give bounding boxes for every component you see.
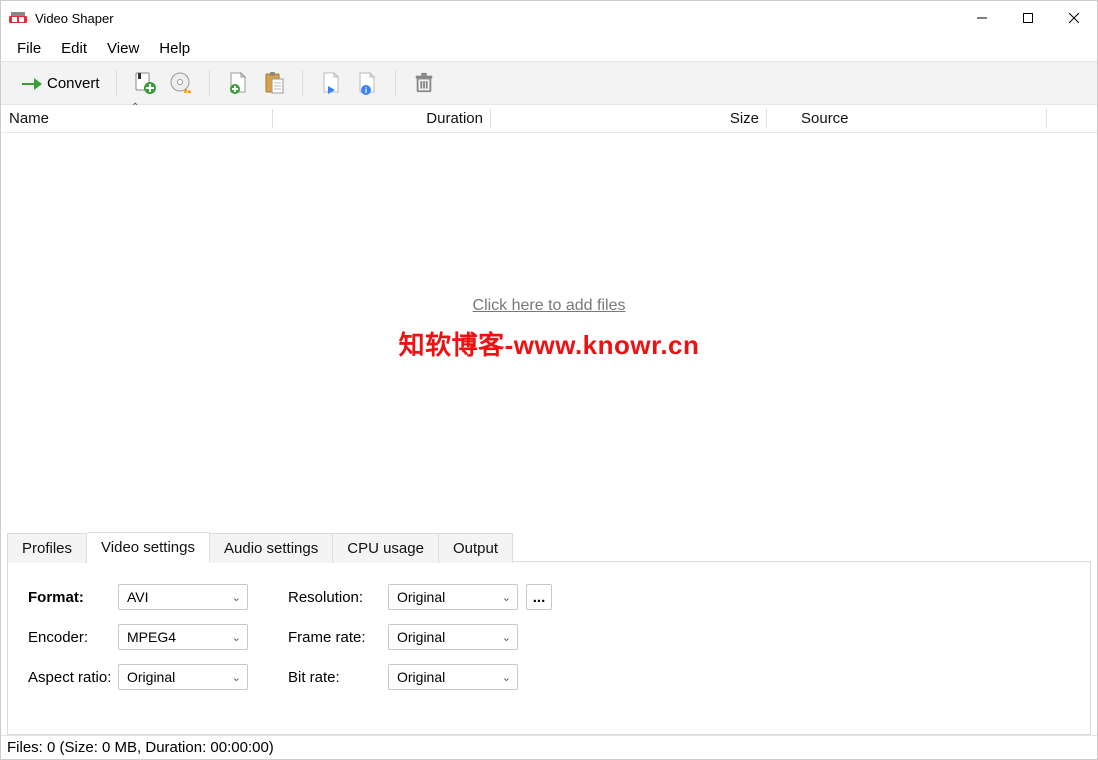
file-list-header: Name ⌃ Duration Size Source — [1, 105, 1097, 133]
sort-caret-icon: ⌃ — [131, 102, 139, 113]
paste-button[interactable] — [256, 65, 292, 101]
info-document-icon: i — [355, 71, 379, 95]
chevron-down-icon: ⌄ — [232, 631, 241, 644]
add-document-button[interactable] — [220, 65, 256, 101]
aspect-label: Aspect ratio: — [28, 669, 118, 686]
tab-output[interactable]: Output — [439, 533, 513, 563]
delete-button[interactable] — [406, 65, 442, 101]
chevron-down-icon: ⌄ — [502, 631, 511, 644]
tab-video-settings[interactable]: Video settings — [87, 532, 210, 562]
play-document-icon — [319, 71, 343, 95]
column-header-duration[interactable]: Duration — [273, 105, 491, 132]
tab-audio-settings[interactable]: Audio settings — [210, 533, 333, 563]
framerate-label: Frame rate: — [288, 629, 388, 646]
play-document-button[interactable] — [313, 65, 349, 101]
menu-help[interactable]: Help — [149, 38, 200, 59]
column-header-size[interactable]: Size — [491, 105, 767, 132]
toolbar-separator — [209, 70, 210, 96]
menu-bar: File Edit View Help — [1, 35, 1097, 61]
close-button[interactable] — [1051, 1, 1097, 35]
format-label: Format: — [28, 589, 118, 606]
encoder-label: Encoder: — [28, 629, 118, 646]
bitrate-label: Bit rate: — [288, 669, 388, 686]
toolbar-separator — [302, 70, 303, 96]
column-header-source[interactable]: Source — [767, 105, 1047, 132]
toolbar: Convert — [1, 61, 1097, 105]
title-bar: Video Shaper — [1, 1, 1097, 35]
app-icon — [9, 11, 27, 25]
menu-view[interactable]: View — [97, 38, 149, 59]
encoder-select[interactable]: MPEG4 ⌄ — [118, 624, 248, 650]
convert-button[interactable]: Convert — [13, 65, 106, 101]
bitrate-select[interactable]: Original ⌄ — [388, 664, 518, 690]
status-bar: Files: 0 (Size: 0 MB, Duration: 00:00:00… — [1, 735, 1097, 759]
trash-icon — [412, 71, 436, 95]
column-size-label: Size — [730, 110, 759, 127]
framerate-value: Original — [397, 629, 445, 645]
menu-file[interactable]: File — [7, 38, 51, 59]
aspect-select[interactable]: Original ⌄ — [118, 664, 248, 690]
minimize-button[interactable] — [959, 1, 1005, 35]
watermark-text: 知软博客-www.knowr.cn — [399, 325, 700, 362]
menu-edit[interactable]: Edit — [51, 38, 97, 59]
window-title: Video Shaper — [35, 11, 114, 26]
add-files-icon — [133, 71, 157, 95]
add-document-icon — [226, 71, 250, 95]
burn-disc-icon — [169, 71, 193, 95]
settings-panel: Profiles Video settings Audio settings C… — [1, 526, 1097, 735]
burn-disc-button[interactable] — [163, 65, 199, 101]
bitrate-value: Original — [397, 669, 445, 685]
toolbar-separator — [116, 70, 117, 96]
window-controls — [959, 1, 1097, 35]
framerate-select[interactable]: Original ⌄ — [388, 624, 518, 650]
add-files-link[interactable]: Click here to add files — [473, 297, 626, 315]
chevron-down-icon: ⌄ — [502, 591, 511, 604]
column-duration-label: Duration — [426, 110, 483, 127]
status-text: Files: 0 (Size: 0 MB, Duration: 00:00:00… — [7, 739, 274, 756]
column-name-label: Name — [9, 110, 49, 127]
convert-button-label: Convert — [47, 75, 100, 92]
aspect-value: Original — [127, 669, 175, 685]
chevron-down-icon: ⌄ — [232, 591, 241, 604]
settings-tabs: Profiles Video settings Audio settings C… — [7, 532, 1091, 562]
info-document-button[interactable]: i — [349, 65, 385, 101]
clipboard-paste-icon — [262, 71, 286, 95]
convert-arrow-icon — [19, 71, 43, 95]
toolbar-separator — [395, 70, 396, 96]
encoder-value: MPEG4 — [127, 629, 176, 645]
maximize-button[interactable] — [1005, 1, 1051, 35]
add-files-button[interactable] — [127, 65, 163, 101]
column-header-name[interactable]: Name ⌃ — [1, 105, 273, 132]
file-list-empty-area[interactable]: Click here to add files 知软博客-www.knowr.c… — [1, 133, 1097, 526]
tab-cpu-usage[interactable]: CPU usage — [333, 533, 439, 563]
format-select[interactable]: AVI ⌄ — [118, 584, 248, 610]
chevron-down-icon: ⌄ — [232, 671, 241, 684]
tab-profiles[interactable]: Profiles — [7, 533, 87, 563]
resolution-custom-button[interactable]: ... — [526, 584, 552, 610]
resolution-value: Original — [397, 589, 445, 605]
format-value: AVI — [127, 589, 149, 605]
column-source-label: Source — [801, 110, 849, 127]
svg-text:i: i — [364, 86, 366, 95]
resolution-label: Resolution: — [288, 589, 388, 606]
video-settings-content: Format: AVI ⌄ Resolution: Original ⌄ ...… — [7, 561, 1091, 735]
chevron-down-icon: ⌄ — [502, 671, 511, 684]
resolution-select[interactable]: Original ⌄ — [388, 584, 518, 610]
